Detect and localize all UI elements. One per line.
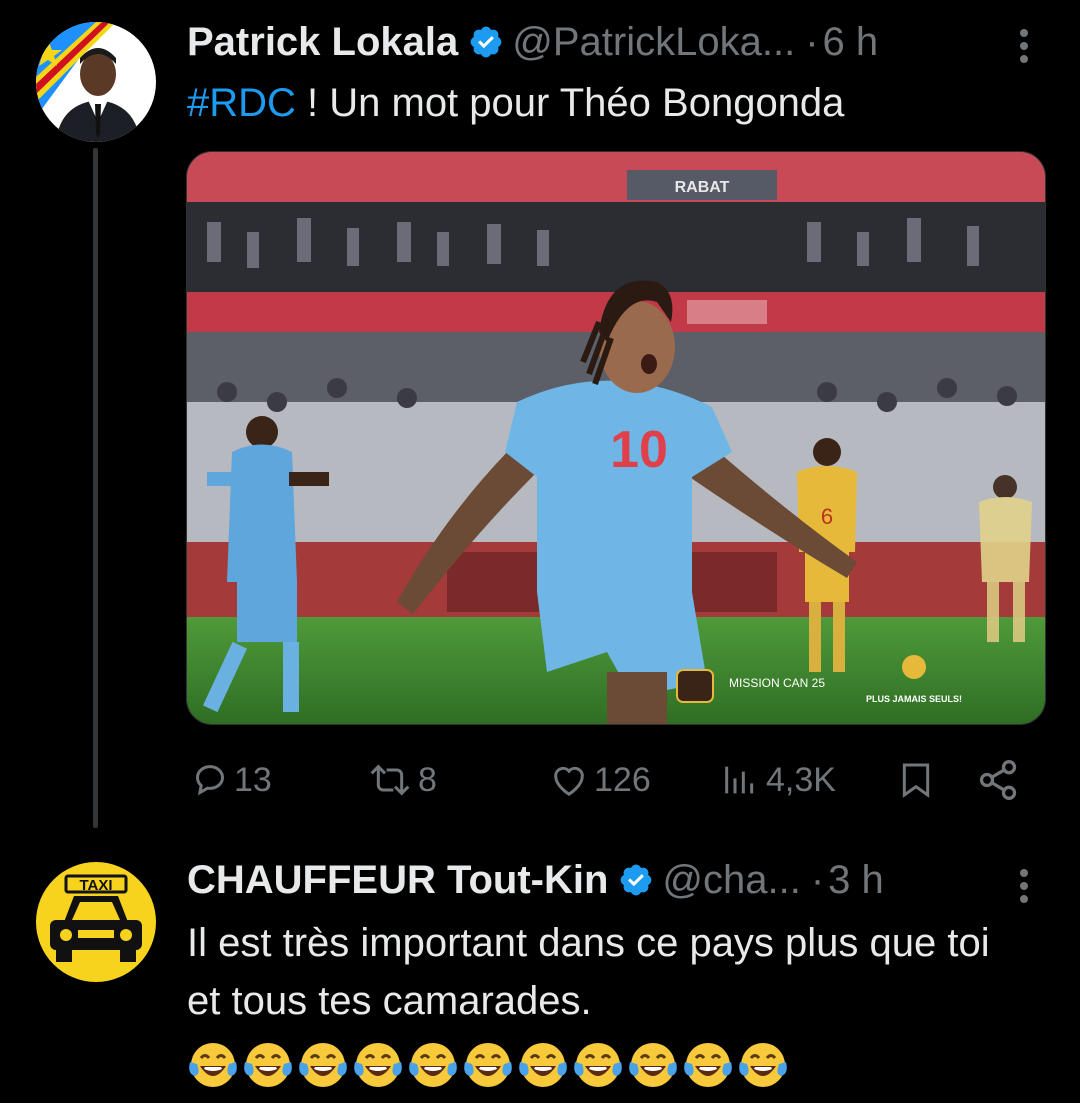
- like-button[interactable]: 126: [548, 752, 651, 808]
- bookmark-icon: [902, 763, 930, 798]
- share-button[interactable]: [976, 752, 1020, 808]
- analytics-icon: [725, 766, 754, 794]
- laughing-tears-emoji-icon: [574, 1043, 622, 1087]
- tweet-actions-bar: 13 8 126 4,3K: [186, 752, 1026, 808]
- laughing-tears-emoji-icon: [629, 1043, 677, 1087]
- football-celebration-photo: RABAT 6 10 MISSION CAN 25 PLUS JAMAIS SE…: [187, 152, 1045, 724]
- laughing-tears-emoji-icon: [739, 1043, 787, 1087]
- verified-badge-icon: [470, 26, 502, 58]
- repost-count: 8: [418, 760, 437, 799]
- separator-dot: ·: [810, 857, 825, 902]
- tweet-header: CHAUFFEUR Tout-Kin @cha... · 3 h: [187, 858, 884, 902]
- repost-icon: [370, 764, 410, 796]
- thread-connector-line: [93, 148, 98, 828]
- view-count: 4,3K: [766, 760, 836, 799]
- laughing-tears-emoji-icon: [189, 1043, 237, 1087]
- author-handle[interactable]: @PatrickLoka...: [512, 20, 795, 65]
- banner-text: RABAT: [675, 179, 730, 196]
- author-name[interactable]: CHAUFFEUR Tout-Kin: [187, 858, 608, 903]
- laughing-tears-emoji-icon: [299, 1043, 347, 1087]
- tweet-media-image[interactable]: RABAT 6 10 MISSION CAN 25 PLUS JAMAIS SE…: [186, 151, 1046, 725]
- like-count: 126: [594, 760, 651, 799]
- author-name[interactable]: Patrick Lokala: [187, 20, 458, 65]
- avatar[interactable]: [36, 22, 156, 142]
- heart-icon: [554, 766, 584, 796]
- avatar[interactable]: TAXI: [36, 862, 156, 982]
- reply-button[interactable]: 13: [190, 752, 272, 808]
- author-handle[interactable]: @cha...: [662, 858, 800, 903]
- tweet-body: ! Un mot pour Théo Bongonda: [295, 81, 845, 125]
- laughing-tears-emoji-icon: [464, 1043, 512, 1087]
- verified-badge-icon: [621, 864, 652, 896]
- laughing-tears-emoji-icon: [409, 1043, 457, 1087]
- tweet-body: Il est très important dans ce pays plus …: [187, 921, 990, 1023]
- taxi-icon: TAXI: [36, 862, 156, 982]
- timestamp[interactable]: 3 h: [828, 858, 884, 903]
- sponsor-logo-1: MISSION CAN 25: [729, 676, 825, 690]
- bookmark-button[interactable]: [896, 752, 936, 808]
- repost-button[interactable]: 8: [366, 752, 437, 808]
- views-button[interactable]: 4,3K: [718, 752, 836, 808]
- hashtag-link[interactable]: #RDC: [187, 81, 296, 125]
- tweet-header: Patrick Lokala @PatrickLoka... · 6 h: [187, 20, 878, 64]
- share-icon: [979, 760, 1017, 800]
- laughing-tears-emoji-icon: [354, 1043, 402, 1087]
- svg-text:6: 6: [821, 504, 833, 529]
- reply-icon: [195, 765, 225, 796]
- laughing-tears-emoji-icon: [519, 1043, 567, 1087]
- more-options-icon[interactable]: [1018, 864, 1030, 908]
- jersey-number: 10: [610, 421, 668, 479]
- tweet-text: #RDC ! Un mot pour Théo Bongonda: [187, 74, 844, 132]
- profile-photo-icon: [36, 22, 156, 142]
- sponsor-logo-2: PLUS JAMAIS SEULS!: [866, 694, 962, 704]
- timestamp[interactable]: 6 h: [823, 20, 879, 65]
- separator-dot: ·: [805, 19, 819, 64]
- emoji-row: [187, 1038, 789, 1090]
- laughing-tears-emoji-icon: [244, 1043, 292, 1087]
- reply-count: 13: [234, 760, 272, 799]
- more-options-icon[interactable]: [1018, 24, 1030, 68]
- timeline: Patrick Lokala @PatrickLoka... · 6 h #RD…: [0, 0, 1080, 1103]
- taxi-sign-text: TAXI: [79, 877, 112, 894]
- laughing-tears-emoji-icon: [684, 1043, 732, 1087]
